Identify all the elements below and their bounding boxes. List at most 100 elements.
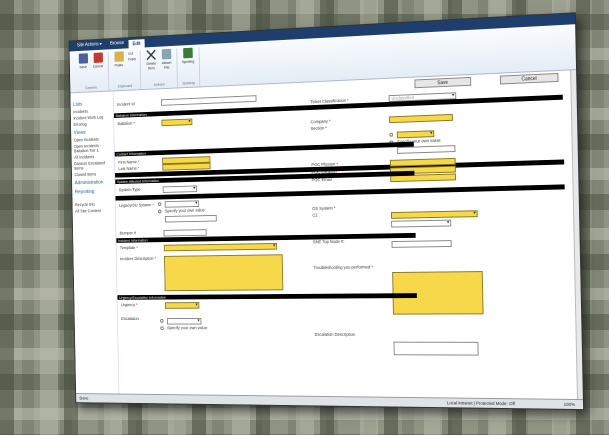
template-text: Template: [119, 245, 136, 251]
contact-info-bar: Contact Information: [114, 141, 414, 157]
ribbon-cancel-label: Cancel: [92, 63, 104, 69]
nav-item-all-incidents[interactable]: All Incidents: [74, 154, 111, 159]
spelling-icon: [183, 47, 193, 59]
urgency-label: Urgency *: [120, 302, 138, 308]
attach-file-button[interactable]: Attach File: [160, 48, 172, 70]
last-name-text: Last Name: [118, 165, 137, 172]
nav-item-incidents[interactable]: Incidents: [73, 108, 110, 114]
delete-icon: [146, 50, 156, 61]
content: Lists Incidents Incident Work Log Errorl…: [70, 70, 583, 410]
incident-id-label: Incident Id: [117, 101, 135, 107]
legacy-choice-radio[interactable]: [157, 202, 162, 207]
tab-edit[interactable]: Edit: [128, 39, 145, 49]
nav-item-recycle-bin[interactable]: Recycle Bin: [75, 202, 112, 207]
system-type-select[interactable]: [162, 185, 198, 193]
battalion-select[interactable]: [161, 118, 193, 127]
paste-icon: [114, 51, 124, 62]
nav-item-open-tier1[interactable]: Open Incidents - Battalion Tier 1: [74, 143, 112, 153]
cut-button[interactable]: Cut: [128, 51, 136, 56]
escalation-specify-label: Specify your own value:: [167, 325, 209, 331]
cancel-button[interactable]: Cancel: [499, 72, 559, 85]
sne-top-node-label: SNE Top Node #:: [312, 238, 345, 245]
legacy-specify-radio[interactable]: [158, 209, 162, 214]
escalation-select[interactable]: [166, 317, 202, 325]
spelling-group-label: Spelling: [182, 80, 195, 86]
urgency-select[interactable]: [164, 302, 200, 309]
first-name-label: First Name *: [118, 159, 140, 165]
escalation-specify-radio[interactable]: [160, 326, 164, 331]
incident-id-field[interactable]: [161, 95, 257, 106]
zoom-level[interactable]: 100%: [564, 402, 575, 407]
company-field[interactable]: [389, 113, 453, 124]
commit-group-label: Commit: [85, 84, 97, 90]
legacy-specify-field[interactable]: [164, 214, 217, 223]
urgency-text: Urgency: [120, 302, 136, 308]
incident-form: Save Cancel Incident Id Ticket Classific…: [113, 70, 584, 410]
os-system-label: OS System *: [312, 205, 336, 211]
section-text: Section: [310, 125, 325, 131]
save-button[interactable]: Save: [414, 76, 472, 89]
nav-item-all-site-content[interactable]: All Site Content: [75, 208, 112, 213]
section-select[interactable]: [396, 130, 435, 139]
legacy-system-label: Legacy/SU System *: [119, 202, 154, 208]
troubleshooting-label: Troubleshooting you performed *: [313, 264, 374, 271]
tab-browse[interactable]: Browse: [106, 38, 129, 49]
first-name-text: First Name: [118, 159, 137, 165]
nav-item-work-log[interactable]: Incident Work Log: [73, 114, 110, 121]
tab-site-actions[interactable]: Site Actions ▾: [73, 39, 106, 51]
c2-sub-select[interactable]: [391, 219, 452, 228]
escalation-description-field[interactable]: [393, 341, 479, 356]
nav-reporting-heading[interactable]: Reporting: [75, 189, 112, 195]
escalation-description-label: Escalation Description: [314, 331, 356, 337]
urgency-escalation-bar: Urgency/Escalation Information: [117, 293, 417, 300]
company-label: Company *: [310, 118, 331, 125]
incident-description-field[interactable]: [164, 254, 284, 292]
security-zone: Local intranet | Protected Mode: Off: [446, 400, 515, 407]
last-name-label: Last Name *: [118, 165, 140, 172]
ribbon-cancel-button[interactable]: Cancel: [92, 52, 104, 69]
ribbon-save-button[interactable]: Save: [77, 53, 89, 69]
c2-select[interactable]: [390, 210, 478, 219]
nav-item-closed[interactable]: Closed Items: [74, 171, 111, 177]
company-text: Company: [310, 118, 328, 125]
nav-lists-heading[interactable]: Lists: [73, 101, 110, 108]
incident-description-text: Incident Description: [120, 256, 154, 262]
spelling-label: Spelling: [181, 58, 195, 65]
delete-item-button[interactable]: Delete Item: [145, 50, 157, 71]
incident-info-bar: Incident Information: [116, 232, 416, 243]
browser-window: Site Actions ▾ Browse Edit Save Cancel C…: [68, 12, 585, 411]
clipboard-group-label: Clipboard: [117, 83, 133, 89]
spelling-group: Spelling Spelling: [177, 47, 200, 88]
save-icon: [78, 53, 88, 64]
battalion-text: Battalion: [117, 120, 133, 127]
nav-views-heading[interactable]: Views: [74, 129, 111, 136]
paste-label: Paste: [114, 62, 124, 68]
escalation-choice-radio[interactable]: [160, 318, 164, 323]
delete-label: Delete Item: [146, 60, 157, 71]
quick-launch: Lists Incidents Incident Work Log Errorl…: [70, 91, 120, 405]
legacy-specify-label: Specify your own value:: [164, 207, 206, 214]
os-system-text: OS System: [312, 205, 333, 211]
attach-icon: [161, 48, 172, 60]
bumper-field[interactable]: [163, 229, 207, 237]
commit-group: Save Cancel Commit: [72, 52, 110, 93]
paste-button[interactable]: Paste: [113, 51, 125, 67]
template-label: Template *: [119, 245, 138, 251]
copy-button[interactable]: Copy: [128, 56, 136, 61]
spelling-button[interactable]: Spelling: [181, 47, 195, 65]
c2-label: C2: [312, 212, 318, 218]
nav-admin-heading[interactable]: Administration: [75, 180, 112, 186]
section-label: Section *: [310, 125, 327, 131]
incident-description-label: Incident Description *: [120, 256, 157, 262]
legacy-system-select[interactable]: [164, 200, 200, 208]
actions-group: Delete Item Attach File Actions: [140, 48, 179, 90]
section-choice-radio[interactable]: [389, 132, 394, 137]
escalation-label: Escalation: [121, 316, 139, 321]
sne-top-node-field[interactable]: [391, 240, 452, 248]
nav-item-errorlog[interactable]: Errorlog: [73, 121, 110, 127]
nav-item-division-escalated[interactable]: Division Escalated Items: [74, 160, 112, 171]
template-select[interactable]: [163, 242, 278, 252]
poc-phone-label: POC Phone# *: [311, 161, 339, 168]
nav-item-open-incidents[interactable]: Open Incidents: [74, 136, 111, 142]
legacy-system-text: Legacy/SU System: [119, 202, 152, 208]
